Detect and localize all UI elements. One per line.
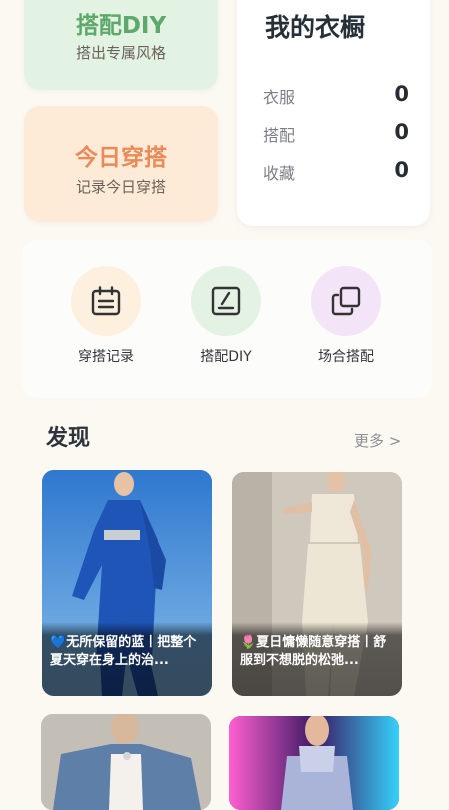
discover-post[interactable]: 💙无所保留的蓝丨把整个夏天穿在身上的治... xyxy=(42,470,212,696)
discover-title: 发现 xyxy=(46,426,91,451)
edit-icon xyxy=(191,266,261,336)
post-caption-text: 夏日慵懒随意穿搭丨舒服到不想脱的松弛... xyxy=(240,635,387,668)
discover-post[interactable] xyxy=(41,714,211,810)
post-caption: 💙无所保留的蓝丨把整个夏天穿在身上的治... xyxy=(42,622,212,696)
discover-post[interactable]: 🌷夏日慵懒随意穿搭丨舒服到不想脱的松弛... xyxy=(232,472,402,696)
stat-value: 0 xyxy=(394,120,409,144)
stat-label: 搭配 xyxy=(263,126,296,145)
quick-occasion[interactable]: 场合搭配 xyxy=(296,266,396,376)
wardrobe-title: 我的衣橱 xyxy=(265,13,366,42)
post-caption: 🌷夏日慵懒随意穿搭丨舒服到不想脱的松弛... xyxy=(232,622,402,696)
quick-action-label: 搭配DIY xyxy=(200,349,252,365)
quick-outfit-record[interactable]: 穿搭记录 xyxy=(56,266,156,376)
quick-action-label: 穿搭记录 xyxy=(78,349,134,365)
today-card-subtitle: 记录今日穿搭 xyxy=(75,178,166,196)
discover-post[interactable] xyxy=(229,716,399,810)
more-link[interactable]: 更多 > xyxy=(354,430,401,451)
diy-card-subtitle: 搭出专属风格 xyxy=(75,44,166,62)
copy-icon xyxy=(311,266,381,336)
denim-jacket-photo xyxy=(41,714,211,810)
quick-diy[interactable]: 搭配DIY xyxy=(176,266,276,376)
heart-emoji-icon: 💙 xyxy=(50,635,67,650)
wardrobe-card[interactable]: 我的衣橱 衣服 0 搭配 0 收藏 0 xyxy=(237,0,430,226)
quick-action-label: 场合搭配 xyxy=(318,349,374,365)
stat-value: 0 xyxy=(394,82,409,106)
stat-label: 衣服 xyxy=(263,88,296,107)
today-card-title: 今日穿搭 xyxy=(75,145,167,171)
calendar-icon xyxy=(71,266,141,336)
post-caption-text: 无所保留的蓝丨把整个夏天穿在身上的治... xyxy=(50,635,197,668)
quick-actions-panel: 穿搭记录 搭配DIY 场合搭配 xyxy=(22,240,432,398)
diy-card-title: 搭配DIY xyxy=(75,13,167,39)
today-outfit-card[interactable]: 今日穿搭 记录今日穿搭 xyxy=(24,106,218,222)
stat-outfits[interactable]: 搭配 0 xyxy=(263,120,409,145)
diy-card[interactable]: 搭配DIY 搭出专属风格 xyxy=(24,0,218,90)
tulip-emoji-icon: 🌷 xyxy=(240,635,257,650)
stat-favorites[interactable]: 收藏 0 xyxy=(263,158,409,183)
stat-clothes[interactable]: 衣服 0 xyxy=(263,82,409,107)
neon-outfit-photo xyxy=(229,716,399,810)
stat-label: 收藏 xyxy=(263,164,296,183)
stat-value: 0 xyxy=(394,158,409,182)
